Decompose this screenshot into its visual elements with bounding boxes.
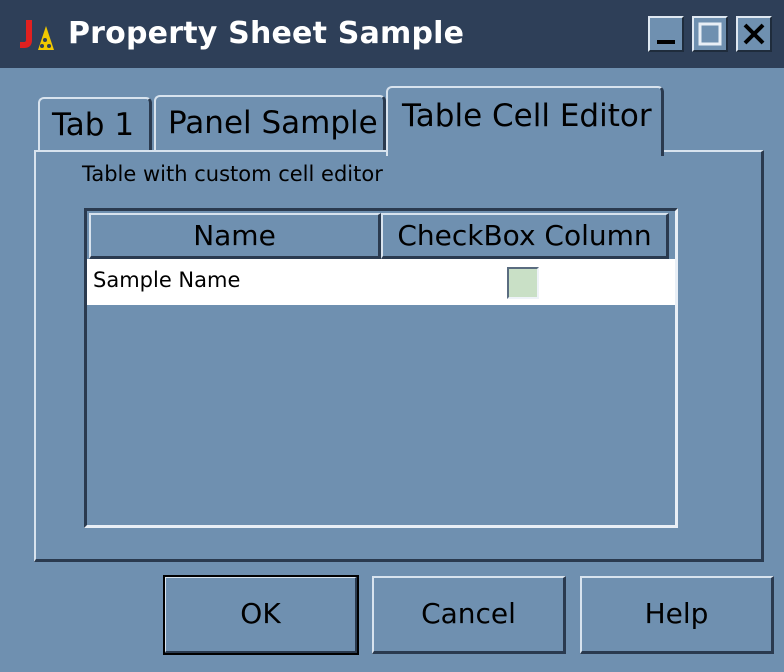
window-title: Property Sheet Sample bbox=[68, 16, 465, 51]
tab-panel: Table with custom cell editor Name Check… bbox=[34, 150, 764, 562]
minimize-button[interactable] bbox=[648, 16, 684, 52]
column-header-name[interactable]: Name bbox=[89, 213, 381, 259]
cancel-button[interactable]: Cancel bbox=[372, 576, 566, 654]
tab-1[interactable]: Tab 1 bbox=[38, 97, 152, 151]
column-header-checkbox[interactable]: CheckBox Column bbox=[381, 213, 669, 259]
custom-cell-table[interactable]: Name CheckBox Column Sample Name bbox=[84, 208, 678, 528]
close-icon bbox=[743, 23, 765, 45]
panel-label: Table with custom cell editor bbox=[82, 162, 383, 186]
close-button[interactable] bbox=[736, 16, 772, 52]
table-cell-checkbox[interactable] bbox=[507, 267, 539, 299]
maximize-icon bbox=[698, 22, 722, 46]
minimize-icon bbox=[657, 40, 675, 44]
title-bar[interactable]: Property Sheet Sample bbox=[0, 0, 784, 68]
tab-label: Table Cell Editor bbox=[402, 98, 652, 134]
window-body: Tab 1 Panel Sample Table Cell Editor Tab… bbox=[0, 68, 784, 672]
help-button[interactable]: Help bbox=[580, 576, 774, 654]
tab-label: Panel Sample bbox=[168, 105, 378, 141]
maximize-button[interactable] bbox=[692, 16, 728, 52]
tab-table-cell-editor[interactable]: Table Cell Editor bbox=[386, 86, 664, 156]
tab-panel-sample[interactable]: Panel Sample bbox=[154, 95, 386, 151]
table-cell-name[interactable]: Sample Name bbox=[93, 268, 240, 292]
java-icon[interactable] bbox=[18, 18, 62, 52]
ok-button[interactable]: OK bbox=[163, 575, 359, 655]
table-row[interactable]: Sample Name bbox=[87, 259, 675, 305]
tab-label: Tab 1 bbox=[52, 107, 135, 143]
